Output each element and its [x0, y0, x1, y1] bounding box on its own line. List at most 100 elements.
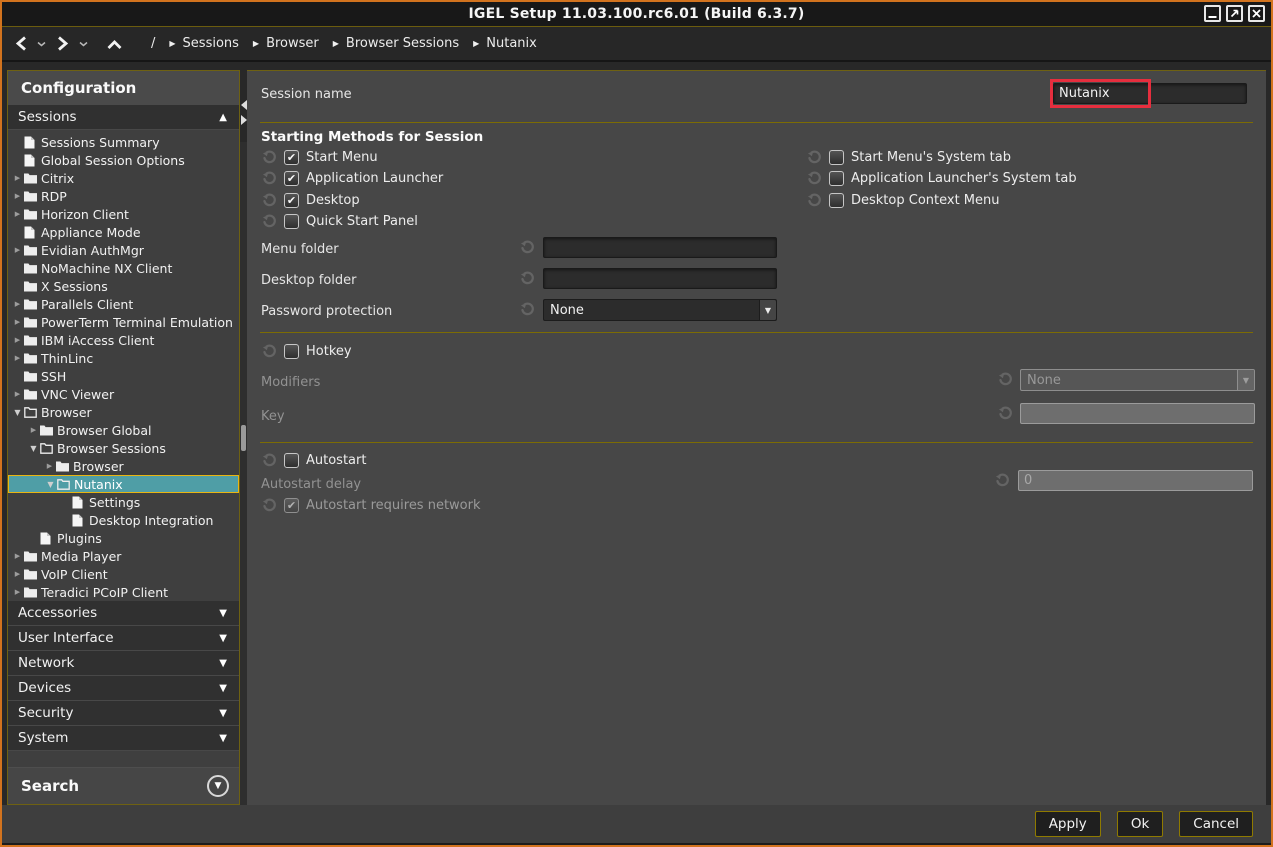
revert-icon[interactable] — [262, 193, 277, 208]
expand-right-icon[interactable]: ▶ — [11, 318, 24, 326]
sidebar-scrollbar[interactable] — [240, 142, 247, 805]
application-launcher-s-system-tab-checkbox[interactable] — [829, 171, 844, 186]
sidebar-section-sessions[interactable]: Sessions ▲ — [8, 105, 239, 130]
breadcrumb-item-browser-sessions[interactable]: ▶Browser Sessions — [333, 36, 459, 51]
expand-right-icon[interactable]: ▶ — [11, 354, 24, 362]
revert-icon[interactable] — [995, 473, 1010, 488]
revert-icon[interactable] — [262, 344, 277, 359]
expand-right-icon[interactable]: ▶ — [11, 210, 24, 218]
tree-item-browser-global[interactable]: ▶Browser Global — [8, 421, 239, 439]
sidebar-search[interactable]: Search ▼ — [8, 767, 239, 804]
dropdown-arrow-icon[interactable]: ▼ — [759, 300, 776, 320]
search-expand-button[interactable]: ▼ — [207, 775, 229, 797]
desktop-context-menu-checkbox[interactable] — [829, 193, 844, 208]
sidebar-section-devices[interactable]: Devices▼ — [8, 676, 239, 701]
tree-item-evidian-authmgr[interactable]: ▶Evidian AuthMgr — [8, 241, 239, 259]
expand-right-icon[interactable]: ▶ — [11, 192, 24, 200]
quick-start-panel-checkbox[interactable] — [284, 214, 299, 229]
tree-item-sessions-summary[interactable]: Sessions Summary — [8, 133, 239, 151]
tree-item-browser-sessions[interactable]: ▼Browser Sessions — [8, 439, 239, 457]
revert-icon[interactable] — [262, 150, 277, 165]
close-button[interactable] — [1248, 5, 1265, 22]
tree-item-x-sessions[interactable]: X Sessions — [8, 277, 239, 295]
tree-item-teradici-pcoip-client[interactable]: ▶Teradici PCoIP Client — [8, 583, 239, 601]
sidebar-section-network[interactable]: Network▼ — [8, 651, 239, 676]
minimize-button[interactable] — [1204, 5, 1221, 22]
tree-item-ibm-iaccess-client[interactable]: ▶IBM iAccess Client — [8, 331, 239, 349]
expand-right-icon[interactable]: ▶ — [11, 390, 24, 398]
expand-right-icon[interactable]: ▶ — [11, 570, 24, 578]
sidebar-section-security[interactable]: Security▼ — [8, 701, 239, 726]
tree-item-settings[interactable]: Settings — [8, 493, 239, 511]
tree-item-global-session-options[interactable]: Global Session Options — [8, 151, 239, 169]
revert-icon[interactable] — [998, 406, 1013, 421]
forward-history-dropdown[interactable] — [79, 41, 88, 47]
hotkey-checkbox[interactable] — [284, 344, 299, 359]
expand-right-icon[interactable]: ▶ — [43, 462, 56, 470]
revert-icon[interactable] — [807, 150, 822, 165]
revert-icon[interactable] — [520, 271, 535, 286]
tree-item-browser[interactable]: ▶Browser — [8, 457, 239, 475]
collapse-down-icon[interactable]: ▼ — [11, 408, 24, 417]
desktop-folder-input[interactable] — [543, 268, 777, 289]
tree-item-ssh[interactable]: SSH — [8, 367, 239, 385]
forward-button[interactable] — [56, 35, 70, 52]
tree-item-voip-client[interactable]: ▶VoIP Client — [8, 565, 239, 583]
revert-icon[interactable] — [520, 240, 535, 255]
back-button[interactable] — [14, 35, 28, 52]
expand-right-icon[interactable]: ▶ — [11, 174, 24, 182]
scrollbar-thumb[interactable] — [241, 425, 246, 451]
breadcrumb-item-sessions[interactable]: ▶Sessions — [169, 36, 239, 51]
tree-item-nomachine-nx-client[interactable]: NoMachine NX Client — [8, 259, 239, 277]
maximize-button[interactable] — [1226, 5, 1243, 22]
expand-right-icon[interactable]: ▶ — [11, 300, 24, 308]
tree-item-appliance-mode[interactable]: Appliance Mode — [8, 223, 239, 241]
breadcrumb-item-browser[interactable]: ▶Browser — [253, 36, 319, 51]
start-menu-s-system-tab-checkbox[interactable] — [829, 150, 844, 165]
sidebar-section-user-interface[interactable]: User Interface▼ — [8, 626, 239, 651]
expand-right-icon[interactable] — [241, 115, 247, 125]
revert-icon[interactable] — [998, 372, 1013, 387]
breadcrumb-root[interactable]: / — [151, 36, 155, 51]
apply-button[interactable]: Apply — [1035, 811, 1101, 837]
tree-item-desktop-integration[interactable]: Desktop Integration — [8, 511, 239, 529]
tree-item-parallels-client[interactable]: ▶Parallels Client — [8, 295, 239, 313]
password-protection-select[interactable]: None ▼ — [543, 299, 777, 321]
pane-splitter[interactable] — [240, 100, 247, 130]
collapse-left-icon[interactable] — [241, 100, 247, 110]
expand-right-icon[interactable]: ▶ — [11, 246, 24, 254]
expand-right-icon[interactable]: ▶ — [27, 426, 40, 434]
revert-icon[interactable] — [262, 171, 277, 186]
revert-icon[interactable] — [807, 193, 822, 208]
start-menu-checkbox[interactable]: ✔ — [284, 150, 299, 165]
tree-item-powerterm-terminal-emulation[interactable]: ▶PowerTerm Terminal Emulation — [8, 313, 239, 331]
breadcrumb-item-nutanix[interactable]: ▶Nutanix — [473, 36, 537, 51]
desktop-checkbox[interactable]: ✔ — [284, 193, 299, 208]
tree-item-thinlinc[interactable]: ▶ThinLinc — [8, 349, 239, 367]
tree-item-nutanix[interactable]: ▼Nutanix — [8, 475, 239, 493]
revert-icon[interactable] — [262, 453, 277, 468]
tree-item-rdp[interactable]: ▶RDP — [8, 187, 239, 205]
expand-right-icon[interactable]: ▶ — [11, 336, 24, 344]
revert-icon[interactable] — [262, 214, 277, 229]
autostart-checkbox[interactable] — [284, 453, 299, 468]
cancel-button[interactable]: Cancel — [1179, 811, 1253, 837]
back-history-dropdown[interactable] — [37, 41, 46, 47]
menu-folder-input[interactable] — [543, 237, 777, 258]
application-launcher-checkbox[interactable]: ✔ — [284, 171, 299, 186]
tree-item-plugins[interactable]: Plugins — [8, 529, 239, 547]
revert-icon[interactable] — [807, 171, 822, 186]
sidebar-section-accessories[interactable]: Accessories▼ — [8, 601, 239, 626]
tree-item-citrix[interactable]: ▶Citrix — [8, 169, 239, 187]
expand-right-icon[interactable]: ▶ — [11, 552, 24, 560]
tree-item-media-player[interactable]: ▶Media Player — [8, 547, 239, 565]
revert-icon[interactable] — [262, 498, 277, 513]
up-button[interactable] — [106, 38, 123, 50]
tree-item-horizon-client[interactable]: ▶Horizon Client — [8, 205, 239, 223]
collapse-down-icon[interactable]: ▼ — [44, 480, 57, 489]
ok-button[interactable]: Ok — [1117, 811, 1163, 837]
tree-item-vnc-viewer[interactable]: ▶VNC Viewer — [8, 385, 239, 403]
revert-icon[interactable] — [520, 302, 535, 317]
sidebar-section-system[interactable]: System▼ — [8, 726, 239, 751]
collapse-down-icon[interactable]: ▼ — [27, 444, 40, 453]
